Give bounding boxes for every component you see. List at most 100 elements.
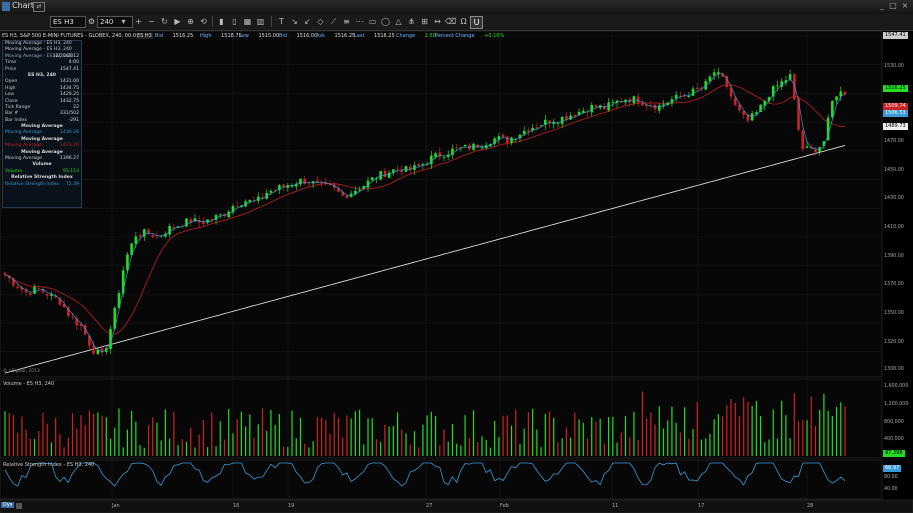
volume-pane-label: Volume - ES H3, 240 (3, 381, 55, 387)
triangle-icon[interactable]: △ (393, 16, 404, 27)
grid-icon[interactable]: ▦ (242, 16, 253, 27)
candle-body (434, 153, 437, 158)
refresh-icon[interactable]: ↻ (159, 16, 170, 27)
trendline-icon[interactable]: ↘ (289, 16, 300, 27)
sync-icon[interactable]: ⟲ (198, 16, 209, 27)
minimize-button[interactable]: _ (877, 1, 887, 11)
ellipse-icon[interactable]: ◯ (380, 16, 391, 27)
zoom-out-icon[interactable]: − (146, 16, 157, 27)
candle-body (611, 102, 615, 103)
volume-bar (325, 420, 327, 456)
volume-bar (515, 409, 517, 456)
text-tool-icon[interactable]: T (276, 16, 287, 27)
volume-bar (33, 438, 36, 456)
volume-bar (232, 433, 234, 456)
chevron-down-icon[interactable]: ▾ (118, 16, 129, 27)
fibonacci-icon[interactable]: ≡ (341, 16, 352, 27)
candle-body (455, 147, 458, 149)
close-button[interactable]: × (900, 1, 910, 11)
candle-body (472, 143, 475, 150)
zoom-in-icon[interactable]: + (133, 16, 144, 27)
rectangle-icon[interactable]: ▭ (367, 16, 378, 27)
volume-bar (439, 445, 441, 456)
volume-bar (430, 411, 432, 456)
data-window[interactable]: Moving Average - ES H3, 240 Moving Avera… (2, 40, 82, 208)
volume-bar (97, 412, 99, 456)
toolbar-separator (271, 16, 272, 27)
volume-bar (477, 441, 479, 456)
link-icon[interactable]: ⇄ (33, 2, 45, 12)
diamond-icon[interactable]: ◇ (315, 16, 326, 27)
volume-bar (29, 438, 31, 456)
volume-tag: 97,398 (883, 450, 905, 457)
shapes-icon[interactable]: ⟋ (328, 16, 339, 27)
maximize-button[interactable]: □ (888, 1, 898, 11)
price-axis[interactable]: 1547.41 1530.00 1490.00 1470.00 1450.00 … (882, 31, 913, 377)
candle-body (480, 147, 484, 149)
symbol-input[interactable]: ES H3 (50, 16, 86, 28)
time-label: 19 (288, 503, 295, 509)
volume-bar (282, 446, 285, 456)
volume-bar (443, 429, 445, 456)
volume-bar (63, 447, 65, 456)
candle-body (307, 183, 311, 185)
volume-bar (185, 441, 188, 456)
volume-bar (730, 399, 732, 456)
volume-bar (675, 422, 677, 456)
candle-chart-icon[interactable]: ▯ (229, 16, 240, 27)
title-bar: Chart ⇄ _ □ × (0, 0, 913, 15)
channel-icon[interactable]: ⋯ (354, 16, 365, 27)
scroll-left-icon[interactable] (16, 503, 22, 509)
measure-icon[interactable]: ↔ (432, 16, 443, 27)
gann-icon[interactable]: ⊞ (419, 16, 430, 27)
time-axis[interactable]: Dys Jan 16 19 27 Feb 11 17 28 (0, 500, 882, 513)
pitchfork-icon[interactable]: ⋔ (406, 16, 417, 27)
volume-bar (582, 422, 584, 456)
volume-bar (713, 419, 715, 456)
volume-bar (84, 425, 86, 456)
volume-bar (358, 409, 361, 456)
volume-bar (460, 445, 462, 456)
volume-bar (329, 433, 331, 456)
volume-bar (80, 415, 82, 456)
candle-body (269, 190, 273, 193)
volume-bar (772, 409, 774, 456)
volume-bar (88, 410, 91, 456)
rsi-tick: 80.00 (884, 475, 898, 480)
volume-bar (599, 418, 601, 456)
volume-bar (93, 413, 95, 456)
settings-icon[interactable]: ⚙ (86, 16, 97, 27)
play-icon[interactable]: ▶ (172, 16, 183, 27)
magnet-icon[interactable]: Ω (458, 16, 469, 27)
volume-bar (536, 429, 538, 456)
volume-bar (827, 410, 829, 456)
candle-body (552, 122, 556, 125)
volume-bar (177, 445, 179, 456)
magnet-toggle-icon[interactable]: U (470, 16, 483, 29)
volume-bar (287, 446, 289, 456)
eraser-icon[interactable]: ⌫ (445, 16, 456, 27)
crosshair-icon[interactable]: ⊕ (185, 16, 196, 27)
bar-chart-icon[interactable]: ▮ (216, 16, 227, 27)
rsi-tag: 66.97 (883, 465, 902, 472)
quote-item-0: Bid 1516.25 (155, 33, 201, 39)
dys-button[interactable]: Dys (1, 502, 15, 508)
candle-body (67, 307, 70, 316)
volume-bar (219, 421, 221, 456)
volume-bar (603, 443, 605, 456)
volume-bar (270, 409, 272, 456)
candle-body (417, 164, 420, 166)
volume-bar (447, 441, 449, 456)
price-tick: 1430.00 (884, 196, 904, 201)
ma-fast-tag: 1506.53 (883, 110, 908, 117)
candle-body (801, 130, 805, 150)
volume-bar (802, 419, 804, 456)
volume-bar (295, 438, 297, 456)
chart-canvas[interactable] (0, 31, 913, 513)
columns-icon[interactable]: ▥ (255, 16, 266, 27)
volume-bar (215, 446, 217, 456)
time-label: Jan (112, 503, 120, 509)
toolbar: ES H3 ⚙ 240 ▾ + − ↻ ▶ ⊕ ⟲ ▮ ▯ ▦ ▥ T ↘ ↙ … (0, 14, 913, 31)
arrow-icon[interactable]: ↙ (302, 16, 313, 27)
volume-bar (181, 439, 183, 456)
